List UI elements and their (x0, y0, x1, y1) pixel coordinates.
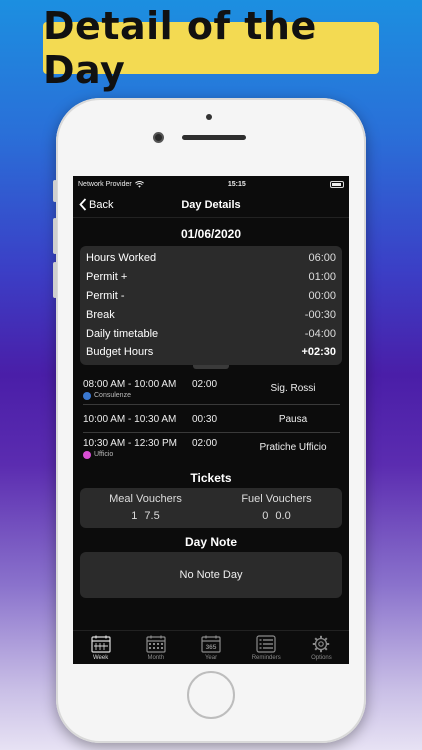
meal-vouchers-amount: 7.5 (144, 509, 160, 522)
meal-vouchers-label: Meal Vouchers (109, 492, 182, 505)
tab-reminders[interactable]: Reminders (239, 631, 294, 664)
summary-label: Permit - (86, 289, 125, 302)
summary-row-daily-timetable: Daily timetable -04:00 (86, 324, 336, 343)
time-entry-row[interactable]: 10:00 AM - 10:30 AM 00:30 Pausa (83, 405, 340, 433)
category-color-dot (83, 391, 91, 400)
tab-label: Options (311, 654, 332, 661)
time-entries-list: 08:00 AM - 10:00 AM 02:00 Sig. Rossi Con… (73, 374, 349, 464)
wifi-icon (134, 180, 144, 188)
mute-switch (53, 180, 57, 202)
summary-value: 01:00 (308, 271, 336, 284)
fuel-vouchers[interactable]: Fuel Vouchers 0 0.0 (211, 493, 342, 528)
fuel-vouchers-count: 0 (262, 509, 269, 522)
summary-label: Daily timetable (86, 327, 159, 340)
fuel-vouchers-label: Fuel Vouchers (241, 492, 312, 505)
app-screen: Network Provider 15:15 Back Day Details … (73, 176, 349, 664)
summary-row-permit-minus: Permit - 00:00 (86, 287, 336, 306)
page-title: Day Details (181, 198, 241, 211)
summary-value: -04:00 (304, 327, 336, 340)
tab-bar: Week Month 365 Year Reminders Options (73, 630, 349, 664)
calendar-month-icon (146, 635, 166, 653)
volume-up-button (53, 218, 57, 254)
status-time: 15:15 (227, 180, 246, 188)
time-entry-row[interactable]: 10:30 AM - 12:30 PM 02:00 Pratiche Uffic… (83, 433, 340, 464)
summary-row-permit-plus: Permit + 01:00 (86, 268, 336, 287)
chevron-left-icon (79, 198, 87, 211)
summary-label: Hours Worked (86, 252, 157, 265)
summary-value: 00:00 (308, 289, 336, 302)
day-summary-card: Hours Worked 06:00 Permit + 01:00 Permit -… (80, 246, 342, 365)
calendar-year-icon: 365 (201, 635, 221, 653)
entry-time-range: 10:00 AM - 10:30 AM (83, 413, 177, 425)
summary-row-budget-hours: Budget Hours +02:30 (86, 343, 336, 362)
entry-category: Consulenze (83, 391, 131, 400)
gear-icon (313, 635, 330, 652)
entry-category: Ufficio (83, 450, 114, 459)
summary-value: +02:30 (301, 346, 336, 359)
carrier-name: Network Provider (78, 180, 132, 188)
summary-label: Permit + (86, 271, 128, 284)
entry-duration: 02:00 (192, 437, 218, 449)
meal-vouchers[interactable]: Meal Vouchers 1 7.5 (80, 493, 211, 528)
back-label: Back (89, 198, 114, 211)
summary-row-hours-worked: Hours Worked 06:00 (86, 249, 336, 268)
promo-banner-title: Detail of the Day (43, 4, 379, 92)
category-label: Consulenze (94, 392, 131, 400)
proximity-sensor (206, 114, 212, 120)
day-date: 01/06/2020 (180, 227, 242, 241)
entry-duration: 00:30 (192, 413, 218, 425)
tab-year[interactable]: 365 Year (183, 631, 238, 664)
drag-handle[interactable] (193, 364, 229, 369)
entry-description: Pratiche Ufficio (259, 441, 327, 453)
summary-row-break: Break -00:30 (86, 305, 336, 324)
navigation-bar: Back Day Details (73, 192, 349, 218)
tab-options[interactable]: Options (294, 631, 349, 664)
tab-label: Week (92, 654, 109, 661)
battery-icon (330, 180, 344, 188)
entry-duration: 02:00 (192, 378, 218, 390)
fuel-vouchers-amount: 0.0 (275, 509, 291, 522)
tab-month[interactable]: Month (128, 631, 183, 664)
back-button[interactable]: Back (79, 198, 113, 211)
day-note-section-title: Day Note (184, 534, 237, 549)
tab-label: Reminders (251, 654, 281, 661)
calendar-week-icon (90, 635, 111, 653)
summary-label: Break (86, 308, 115, 321)
earpiece-speaker (182, 135, 246, 140)
category-label: Ufficio (94, 451, 114, 459)
tab-label: Month (147, 654, 165, 661)
entry-time-range: 10:30 AM - 12:30 PM (83, 437, 177, 449)
tickets-section-title: Tickets (190, 470, 232, 485)
tickets-card: Meal Vouchers 1 7.5 Fuel Vouchers 0 0.0 (80, 487, 342, 528)
reminders-list-icon (256, 634, 276, 653)
day-note-card[interactable]: No Note Day (80, 551, 342, 598)
entry-description: Sig. Rossi (270, 382, 316, 394)
meal-vouchers-count: 1 (131, 509, 138, 522)
summary-label: Budget Hours (86, 346, 154, 359)
volume-down-button (53, 262, 57, 298)
entry-description: Pausa (278, 413, 308, 425)
day-note-text: No Note Day (179, 568, 243, 581)
home-button[interactable] (187, 671, 235, 719)
category-color-dot (83, 450, 91, 459)
entry-time-range: 08:00 AM - 10:00 AM (83, 378, 177, 390)
status-bar: Network Provider 15:15 (73, 176, 349, 192)
summary-value: -00:30 (304, 308, 336, 321)
time-entry-row[interactable]: 08:00 AM - 10:00 AM 02:00 Sig. Rossi Con… (83, 374, 340, 405)
summary-value: 06:00 (308, 252, 336, 265)
tab-label: Year (204, 654, 218, 661)
year-icon-badge: 365 (206, 644, 217, 651)
tab-week[interactable]: Week (73, 631, 128, 664)
front-camera (153, 132, 164, 143)
